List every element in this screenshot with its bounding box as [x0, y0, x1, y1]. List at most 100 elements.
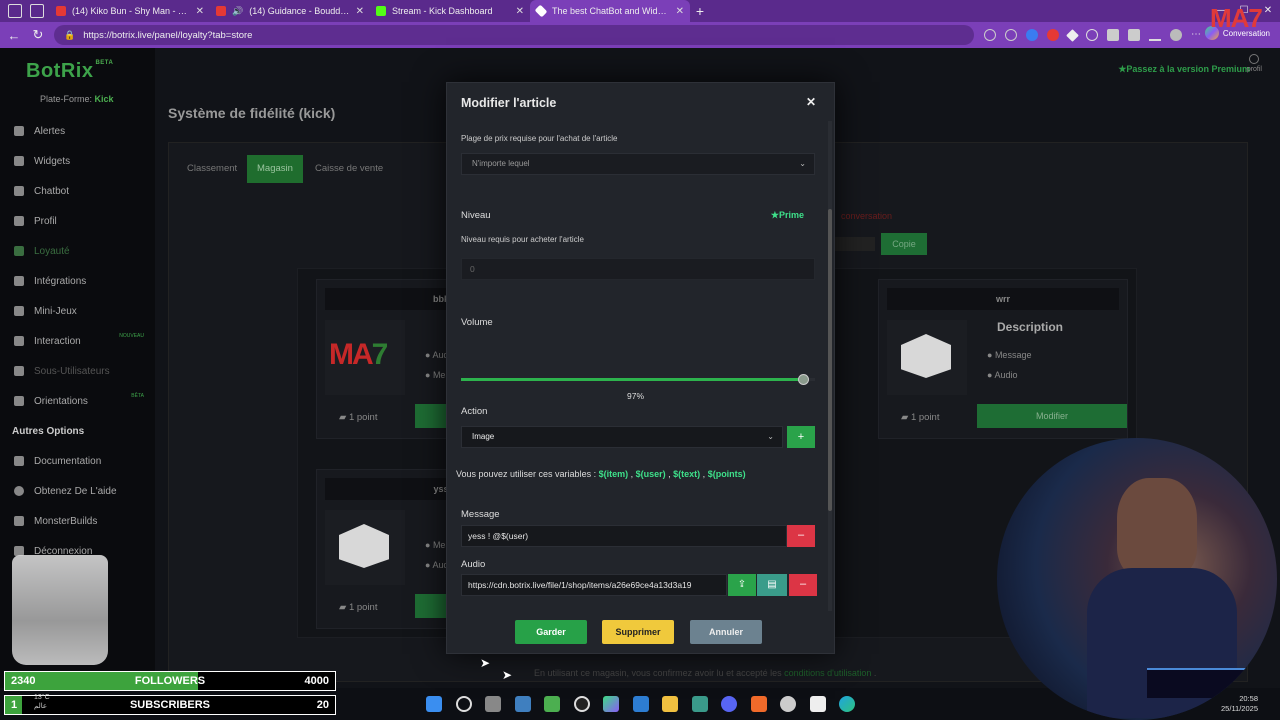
close-tab-icon[interactable]: ✕ [676, 6, 684, 17]
prime-label: Prime [778, 210, 804, 220]
weather-subtitle: عالم [34, 703, 48, 710]
brave-icon[interactable] [750, 696, 767, 712]
webcam-overlay [997, 438, 1277, 720]
close-tab-icon[interactable]: ✕ [516, 6, 524, 17]
volume-slider[interactable] [461, 374, 815, 385]
browser-tab-youtube-1[interactable]: (14) Kiko Bun - Shy Man - YouTub ✕ [50, 0, 210, 22]
windows-start-icon[interactable] [426, 696, 442, 712]
copilot-icon[interactable] [603, 696, 619, 712]
message-input[interactable]: yess ! @$(user) [461, 525, 787, 547]
close-icon[interactable]: ✕ [806, 95, 816, 109]
add-action-button[interactable]: + [787, 426, 815, 448]
search-icon[interactable] [455, 696, 472, 712]
system-clock[interactable]: 20:58 25/11/2025 [1221, 694, 1258, 714]
kick-icon [376, 6, 386, 16]
volume-percent: 97% [627, 391, 645, 401]
card-title: wrr [887, 288, 1119, 310]
sidebar-item-alertes[interactable]: Alertes [14, 116, 154, 146]
followers-goal-bar: FOLLOWERS 2340 4000 [4, 671, 336, 691]
avatar[interactable] [1170, 29, 1182, 41]
sidebar-item-sous-utilisateurs[interactable]: Sous-Utilisateurs [14, 356, 154, 386]
botrix-logo[interactable]: BotRix BETA [26, 60, 113, 83]
delete-button[interactable]: Supprimer [602, 620, 674, 644]
extension-icon[interactable] [1026, 29, 1038, 41]
puzzle-icon[interactable] [1107, 29, 1119, 41]
card-points: ▰ 1 point [901, 412, 940, 423]
lock-icon[interactable]: 🔒 [64, 30, 75, 41]
file-explorer-icon[interactable] [662, 696, 678, 712]
audio-label: Audio [461, 559, 486, 570]
refresh-icon[interactable] [1086, 29, 1098, 41]
reload-icon[interactable]: ↻ [28, 27, 48, 43]
discord-icon[interactable] [721, 696, 737, 712]
tab-magasin[interactable]: Magasin [247, 155, 303, 183]
price-range-select[interactable]: N'importe lequel ⌄ [461, 153, 815, 175]
upload-icon[interactable]: ⇪ [728, 574, 756, 596]
workspace-icon[interactable] [8, 4, 22, 18]
download-icon[interactable] [1149, 29, 1161, 41]
menu-icon[interactable]: ⋯ [1191, 29, 1203, 41]
game-app-icon[interactable] [544, 696, 560, 712]
followers-label: FOLLOWERS [134, 675, 206, 687]
extension-icon[interactable] [1066, 28, 1079, 42]
sidebar-item-profil[interactable]: Profil [14, 206, 154, 236]
terms-link[interactable]: conditions d'utilisation [784, 668, 871, 678]
platform-value: Kick [94, 94, 114, 104]
task-view-icon[interactable] [485, 696, 501, 712]
network-app-icon[interactable] [514, 696, 531, 712]
tab-classement[interactable]: Classement [177, 155, 247, 183]
favorite-icon[interactable] [1005, 29, 1017, 41]
speaker-icon[interactable]: 🔊 [232, 6, 243, 17]
zoom-icon[interactable] [984, 29, 996, 41]
profile-button[interactable]: profil [1247, 54, 1262, 73]
followers-current: 2340 [11, 675, 36, 687]
weather-widget[interactable]: 13°C عالم [34, 693, 50, 711]
audio-url-input[interactable]: https://cdn.botrix.live/file/1/shop/item… [461, 574, 727, 596]
obs-icon[interactable] [573, 696, 590, 712]
close-tab-icon[interactable]: ✕ [196, 6, 204, 17]
browser-tabbar: (14) Kiko Bun - Shy Man - YouTub ✕ 🔊 (14… [0, 0, 1280, 22]
sidebar-item-label: Sous-Utilisateurs [34, 365, 110, 377]
browser-tab-botrix[interactable]: The best ChatBot and Widgets fo ✕ [530, 0, 690, 22]
back-icon[interactable]: ← [4, 28, 24, 43]
sidebar-item-interaction[interactable]: Interaction NOUVEAU [14, 326, 154, 356]
browser-tab-youtube-2[interactable]: 🔊 (14) Guidance - Bouddhama ✕ [210, 0, 370, 22]
level-input[interactable]: 0 [461, 258, 815, 280]
sidebar-item-widgets[interactable]: Widgets [14, 146, 154, 176]
address-bar[interactable]: 🔒 https://botrix.live/panel/loyalty?tab=… [54, 25, 974, 45]
premium-link[interactable]: ★Passez à la version Premium [1118, 64, 1250, 75]
sidebar-item-loyaute[interactable]: Loyauté [14, 236, 154, 266]
app-icon[interactable] [691, 696, 708, 712]
favorites-bar-icon[interactable] [1128, 29, 1140, 41]
chrome-icon[interactable] [780, 696, 796, 712]
sidebar-item-aide[interactable]: Obtenez De L'aide [14, 476, 154, 506]
library-icon[interactable]: ▤ [757, 574, 787, 596]
new-tab-button[interactable]: + [690, 3, 710, 19]
extension-icon[interactable] [1047, 29, 1059, 41]
volume-slider-handle[interactable] [798, 374, 810, 385]
modify-button[interactable]: Modifier [977, 404, 1127, 428]
remove-message-button[interactable]: – [787, 525, 815, 547]
sidebar-item-documentation[interactable]: Documentation [14, 446, 154, 476]
sidebar-item-mini-jeux[interactable]: Mini-Jeux [14, 296, 154, 326]
save-button[interactable]: Garder [515, 620, 587, 644]
cancel-button[interactable]: Annuler [690, 620, 762, 644]
sidebar-item-integrations[interactable]: Intégrations [14, 266, 154, 296]
remove-audio-button[interactable]: – [789, 574, 817, 596]
store-item-card: wrr Description ● Message ● Audio ▰ 1 po… [878, 279, 1128, 439]
browser-tab-kick[interactable]: Stream - Kick Dashboard ✕ [370, 0, 530, 22]
user-icon [1249, 54, 1260, 64]
browser-toolbar: ← ↻ 🔒 https://botrix.live/panel/loyalty?… [0, 22, 1280, 48]
window-app-icon[interactable] [632, 696, 649, 712]
tab-caisse[interactable]: Caisse de vente [305, 155, 393, 183]
sidebar-item-monsterbuilds[interactable]: MonsterBuilds [14, 506, 154, 536]
sidebar-item-orientations[interactable]: Orientations BÊTA [14, 386, 154, 416]
close-tab-icon[interactable]: ✕ [356, 6, 364, 17]
edge-icon[interactable] [839, 696, 855, 712]
tab-actions-icon[interactable] [30, 4, 44, 18]
action-select[interactable]: Image ⌄ [461, 426, 783, 448]
capcut-icon[interactable] [809, 696, 826, 712]
sidebar-item-label: Documentation [34, 455, 102, 467]
sidebar-item-chatbot[interactable]: Chatbot [14, 176, 154, 206]
copy-button[interactable]: Copie [881, 233, 927, 255]
